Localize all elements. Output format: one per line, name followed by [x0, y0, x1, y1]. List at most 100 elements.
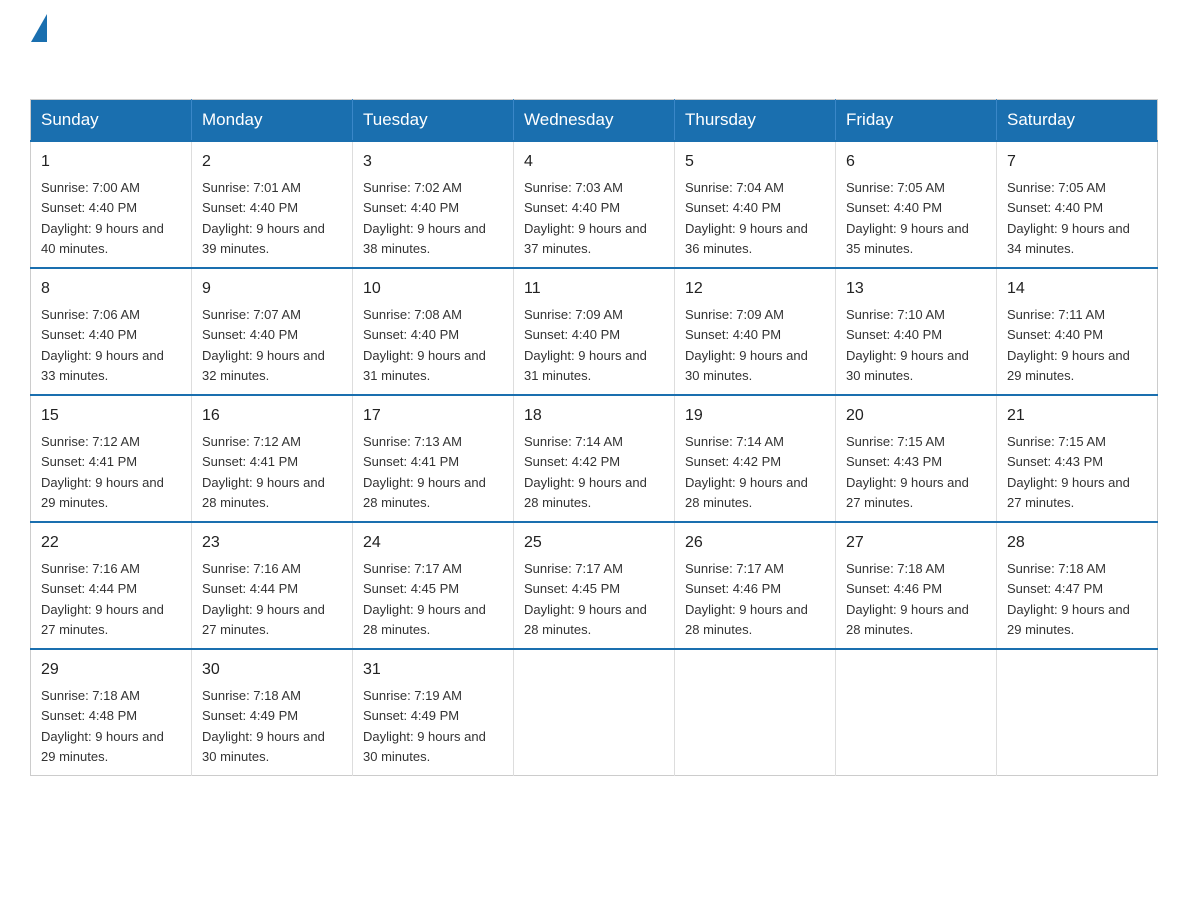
calendar-cell: 23 Sunrise: 7:16 AMSunset: 4:44 PMDaylig… [192, 522, 353, 649]
day-info: Sunrise: 7:12 AMSunset: 4:41 PMDaylight:… [202, 434, 325, 510]
day-info: Sunrise: 7:13 AMSunset: 4:41 PMDaylight:… [363, 434, 486, 510]
day-number: 24 [363, 531, 503, 555]
calendar-cell: 15 Sunrise: 7:12 AMSunset: 4:41 PMDaylig… [31, 395, 192, 522]
day-number: 25 [524, 531, 664, 555]
calendar-cell: 3 Sunrise: 7:02 AMSunset: 4:40 PMDayligh… [353, 141, 514, 268]
day-info: Sunrise: 7:08 AMSunset: 4:40 PMDaylight:… [363, 307, 486, 383]
day-info: Sunrise: 7:18 AMSunset: 4:46 PMDaylight:… [846, 561, 969, 637]
weekday-header-wednesday: Wednesday [514, 100, 675, 142]
day-info: Sunrise: 7:04 AMSunset: 4:40 PMDaylight:… [685, 180, 808, 256]
calendar-cell: 14 Sunrise: 7:11 AMSunset: 4:40 PMDaylig… [997, 268, 1158, 395]
calendar-cell: 28 Sunrise: 7:18 AMSunset: 4:47 PMDaylig… [997, 522, 1158, 649]
day-info: Sunrise: 7:19 AMSunset: 4:49 PMDaylight:… [363, 688, 486, 764]
day-number: 30 [202, 658, 342, 682]
calendar-cell: 31 Sunrise: 7:19 AMSunset: 4:49 PMDaylig… [353, 649, 514, 776]
day-info: Sunrise: 7:12 AMSunset: 4:41 PMDaylight:… [41, 434, 164, 510]
day-number: 17 [363, 404, 503, 428]
calendar-week-row: 8 Sunrise: 7:06 AMSunset: 4:40 PMDayligh… [31, 268, 1158, 395]
day-info: Sunrise: 7:09 AMSunset: 4:40 PMDaylight:… [685, 307, 808, 383]
weekday-header-monday: Monday [192, 100, 353, 142]
calendar-cell: 27 Sunrise: 7:18 AMSunset: 4:46 PMDaylig… [836, 522, 997, 649]
day-number: 15 [41, 404, 181, 428]
day-info: Sunrise: 7:17 AMSunset: 4:45 PMDaylight:… [524, 561, 647, 637]
day-number: 16 [202, 404, 342, 428]
day-info: Sunrise: 7:16 AMSunset: 4:44 PMDaylight:… [202, 561, 325, 637]
day-info: Sunrise: 7:05 AMSunset: 4:40 PMDaylight:… [1007, 180, 1130, 256]
page-header [30, 20, 1158, 79]
day-number: 14 [1007, 277, 1147, 301]
day-number: 20 [846, 404, 986, 428]
calendar-cell: 17 Sunrise: 7:13 AMSunset: 4:41 PMDaylig… [353, 395, 514, 522]
calendar-cell [997, 649, 1158, 776]
day-number: 2 [202, 150, 342, 174]
day-info: Sunrise: 7:05 AMSunset: 4:40 PMDaylight:… [846, 180, 969, 256]
calendar-cell: 9 Sunrise: 7:07 AMSunset: 4:40 PMDayligh… [192, 268, 353, 395]
weekday-header-saturday: Saturday [997, 100, 1158, 142]
day-info: Sunrise: 7:03 AMSunset: 4:40 PMDaylight:… [524, 180, 647, 256]
day-info: Sunrise: 7:15 AMSunset: 4:43 PMDaylight:… [1007, 434, 1130, 510]
calendar-cell: 8 Sunrise: 7:06 AMSunset: 4:40 PMDayligh… [31, 268, 192, 395]
calendar-cell: 22 Sunrise: 7:16 AMSunset: 4:44 PMDaylig… [31, 522, 192, 649]
day-info: Sunrise: 7:15 AMSunset: 4:43 PMDaylight:… [846, 434, 969, 510]
calendar-week-row: 15 Sunrise: 7:12 AMSunset: 4:41 PMDaylig… [31, 395, 1158, 522]
day-info: Sunrise: 7:18 AMSunset: 4:48 PMDaylight:… [41, 688, 164, 764]
day-number: 4 [524, 150, 664, 174]
weekday-header-thursday: Thursday [675, 100, 836, 142]
calendar-cell: 4 Sunrise: 7:03 AMSunset: 4:40 PMDayligh… [514, 141, 675, 268]
day-number: 1 [41, 150, 181, 174]
weekday-header-tuesday: Tuesday [353, 100, 514, 142]
day-number: 23 [202, 531, 342, 555]
logo [30, 20, 47, 79]
calendar-cell: 21 Sunrise: 7:15 AMSunset: 4:43 PMDaylig… [997, 395, 1158, 522]
day-number: 18 [524, 404, 664, 428]
calendar-cell: 30 Sunrise: 7:18 AMSunset: 4:49 PMDaylig… [192, 649, 353, 776]
day-number: 7 [1007, 150, 1147, 174]
day-info: Sunrise: 7:11 AMSunset: 4:40 PMDaylight:… [1007, 307, 1130, 383]
calendar-header-row: SundayMondayTuesdayWednesdayThursdayFrid… [31, 100, 1158, 142]
day-number: 31 [363, 658, 503, 682]
day-info: Sunrise: 7:07 AMSunset: 4:40 PMDaylight:… [202, 307, 325, 383]
calendar-cell: 12 Sunrise: 7:09 AMSunset: 4:40 PMDaylig… [675, 268, 836, 395]
day-number: 28 [1007, 531, 1147, 555]
calendar-week-row: 22 Sunrise: 7:16 AMSunset: 4:44 PMDaylig… [31, 522, 1158, 649]
calendar-cell [675, 649, 836, 776]
day-number: 11 [524, 277, 664, 301]
calendar-week-row: 1 Sunrise: 7:00 AMSunset: 4:40 PMDayligh… [31, 141, 1158, 268]
calendar-cell [514, 649, 675, 776]
day-info: Sunrise: 7:17 AMSunset: 4:46 PMDaylight:… [685, 561, 808, 637]
day-number: 27 [846, 531, 986, 555]
calendar-table: SundayMondayTuesdayWednesdayThursdayFrid… [30, 99, 1158, 776]
calendar-cell: 2 Sunrise: 7:01 AMSunset: 4:40 PMDayligh… [192, 141, 353, 268]
day-info: Sunrise: 7:18 AMSunset: 4:47 PMDaylight:… [1007, 561, 1130, 637]
day-number: 9 [202, 277, 342, 301]
calendar-cell: 16 Sunrise: 7:12 AMSunset: 4:41 PMDaylig… [192, 395, 353, 522]
calendar-cell: 29 Sunrise: 7:18 AMSunset: 4:48 PMDaylig… [31, 649, 192, 776]
day-number: 8 [41, 277, 181, 301]
day-info: Sunrise: 7:17 AMSunset: 4:45 PMDaylight:… [363, 561, 486, 637]
calendar-cell: 13 Sunrise: 7:10 AMSunset: 4:40 PMDaylig… [836, 268, 997, 395]
day-info: Sunrise: 7:14 AMSunset: 4:42 PMDaylight:… [524, 434, 647, 510]
day-number: 21 [1007, 404, 1147, 428]
day-number: 13 [846, 277, 986, 301]
day-info: Sunrise: 7:01 AMSunset: 4:40 PMDaylight:… [202, 180, 325, 256]
calendar-cell: 10 Sunrise: 7:08 AMSunset: 4:40 PMDaylig… [353, 268, 514, 395]
calendar-cell: 19 Sunrise: 7:14 AMSunset: 4:42 PMDaylig… [675, 395, 836, 522]
calendar-cell: 26 Sunrise: 7:17 AMSunset: 4:46 PMDaylig… [675, 522, 836, 649]
day-info: Sunrise: 7:00 AMSunset: 4:40 PMDaylight:… [41, 180, 164, 256]
day-info: Sunrise: 7:10 AMSunset: 4:40 PMDaylight:… [846, 307, 969, 383]
calendar-cell: 1 Sunrise: 7:00 AMSunset: 4:40 PMDayligh… [31, 141, 192, 268]
day-info: Sunrise: 7:06 AMSunset: 4:40 PMDaylight:… [41, 307, 164, 383]
day-info: Sunrise: 7:09 AMSunset: 4:40 PMDaylight:… [524, 307, 647, 383]
day-number: 3 [363, 150, 503, 174]
day-number: 29 [41, 658, 181, 682]
day-number: 12 [685, 277, 825, 301]
calendar-cell: 6 Sunrise: 7:05 AMSunset: 4:40 PMDayligh… [836, 141, 997, 268]
day-number: 19 [685, 404, 825, 428]
day-number: 26 [685, 531, 825, 555]
calendar-cell: 7 Sunrise: 7:05 AMSunset: 4:40 PMDayligh… [997, 141, 1158, 268]
calendar-cell: 20 Sunrise: 7:15 AMSunset: 4:43 PMDaylig… [836, 395, 997, 522]
day-number: 22 [41, 531, 181, 555]
day-info: Sunrise: 7:18 AMSunset: 4:49 PMDaylight:… [202, 688, 325, 764]
weekday-header-sunday: Sunday [31, 100, 192, 142]
day-number: 5 [685, 150, 825, 174]
